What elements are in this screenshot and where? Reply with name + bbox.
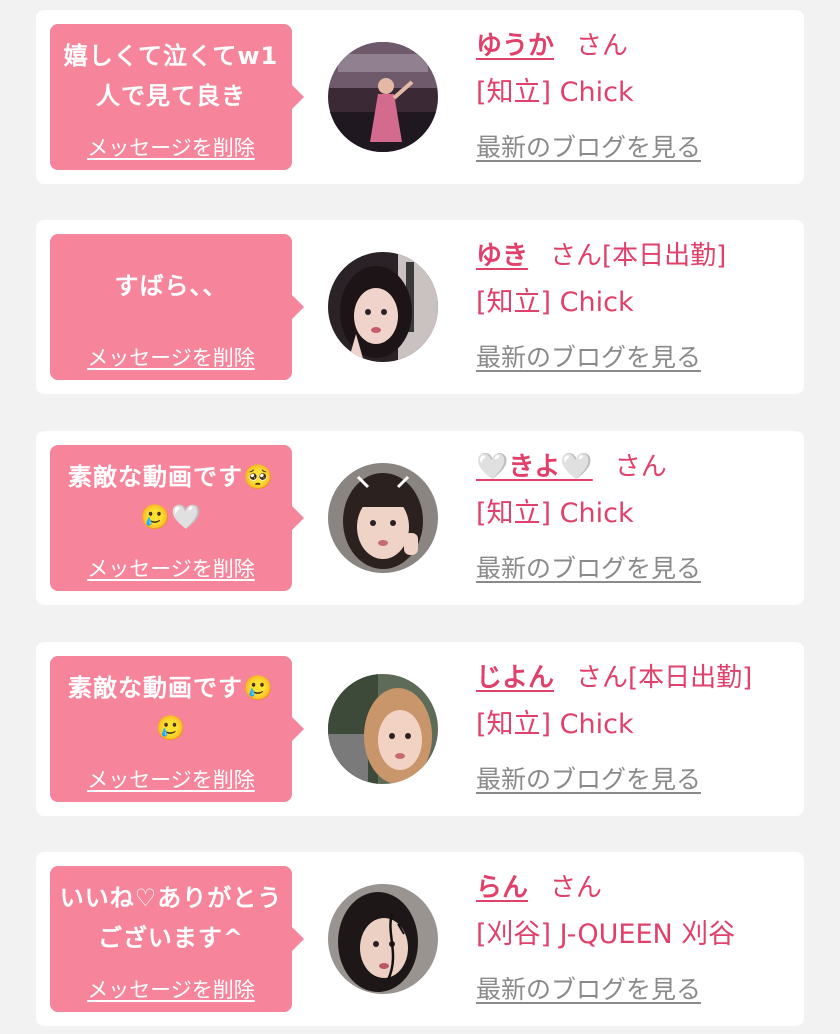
delete-message-link[interactable]: メッセージを削除	[50, 553, 292, 583]
sender-info: 🤍きよ🤍 さん [知立] Chick 最新のブログを見る	[476, 445, 798, 591]
sender-name-row: ゆき さん[本日出勤]	[476, 234, 798, 278]
avatar[interactable]	[328, 252, 438, 362]
message-text: すばら、、	[114, 272, 228, 300]
delete-message-link[interactable]: メッセージを削除	[50, 342, 292, 372]
message-bubble: 素敵な動画です🥲🥲 メッセージを削除	[50, 656, 304, 802]
avatar-photo	[328, 674, 438, 784]
message-bubble: 素敵な動画です🥺🥲🤍 メッセージを削除	[50, 445, 304, 591]
shop-label: [知立] Chick	[476, 498, 634, 529]
message-card: 嬉しくて泣くてw1人で見て良き メッセージを削除 ゆうか さん [知立] Chic…	[36, 10, 804, 184]
avatar[interactable]	[328, 884, 438, 994]
latest-blog-link[interactable]: 最新のブログを見る	[476, 968, 798, 1012]
shop-label: [知立] Chick	[476, 77, 634, 108]
shop-label: [知立] Chick	[476, 287, 634, 318]
delete-message-link[interactable]: メッセージを削除	[50, 132, 292, 162]
message-card: すばら、、 メッセージを削除 ゆき さん[本日出勤] [知立] Chick 最新の…	[36, 220, 804, 394]
latest-blog-link[interactable]: 最新のブログを見る	[476, 336, 798, 380]
sender-name-row: らん さん	[476, 866, 798, 910]
sender-suffix: さん	[550, 873, 603, 903]
message-text: 素敵な動画です🥲🥲	[68, 674, 274, 742]
avatar[interactable]	[328, 42, 438, 152]
sender-info: らん さん [刈谷] J-QUEEN 刈谷 最新のブログを見る	[476, 866, 798, 1012]
message-bubble: いいね♡ありがとうございます^ メッセージを削除	[50, 866, 304, 1012]
sender-suffix: さん[本日出勤]	[576, 663, 753, 693]
message-bubble: 嬉しくて泣くてw1人で見て良き メッセージを削除	[50, 24, 304, 170]
latest-blog-link[interactable]: 最新のブログを見る	[476, 758, 798, 802]
avatar-photo	[328, 252, 438, 362]
sender-name-row: 🤍きよ🤍 さん	[476, 445, 798, 489]
delete-message-link[interactable]: メッセージを削除	[50, 764, 292, 794]
message-list: 嬉しくて泣くてw1人で見て良き メッセージを削除 ゆうか さん [知立] Chic…	[0, 0, 840, 1034]
latest-blog-link[interactable]: 最新のブログを見る	[476, 126, 798, 170]
sender-name-row: ゆうか さん	[476, 24, 798, 68]
sender-name-link[interactable]: じよん	[476, 663, 554, 693]
avatar-photo	[328, 463, 438, 573]
sender-name-row: じよん さん[本日出勤]	[476, 656, 798, 700]
sender-info: ゆき さん[本日出勤] [知立] Chick 最新のブログを見る	[476, 234, 798, 380]
avatar[interactable]	[328, 463, 438, 573]
delete-message-link[interactable]: メッセージを削除	[50, 974, 292, 1004]
sender-suffix: さん	[614, 452, 667, 482]
sender-name-link[interactable]: ゆうか	[476, 31, 554, 61]
avatar-photo	[328, 42, 438, 152]
sender-info: ゆうか さん [知立] Chick 最新のブログを見る	[476, 24, 798, 170]
shop-label: [知立] Chick	[476, 709, 634, 740]
sender-suffix: さん	[576, 31, 629, 61]
sender-suffix: さん[本日出勤]	[550, 241, 727, 271]
message-text: いいね♡ありがとうございます^	[59, 884, 283, 952]
sender-info: じよん さん[本日出勤] [知立] Chick 最新のブログを見る	[476, 656, 798, 802]
avatar-photo	[328, 884, 438, 994]
sender-name-link[interactable]: ゆき	[476, 241, 528, 271]
shop-label: [刈谷] J-QUEEN 刈谷	[476, 919, 736, 950]
message-card: 素敵な動画です🥺🥲🤍 メッセージを削除 🤍きよ🤍 さん [知立] Chick 最新	[36, 431, 804, 605]
avatar[interactable]	[328, 674, 438, 784]
message-text: 素敵な動画です🥺🥲🤍	[68, 463, 274, 531]
message-card: 素敵な動画です🥲🥲 メッセージを削除 じよん さん[本日出勤] [知立] Chic…	[36, 642, 804, 816]
message-text: 嬉しくて泣くてw1人で見て良き	[63, 42, 279, 110]
message-bubble: すばら、、 メッセージを削除	[50, 234, 304, 380]
message-card: いいね♡ありがとうございます^ メッセージを削除 らん さん [刈谷] J-QUE…	[36, 852, 804, 1026]
latest-blog-link[interactable]: 最新のブログを見る	[476, 547, 798, 591]
sender-name-link[interactable]: 🤍きよ🤍	[476, 452, 593, 482]
sender-name-link[interactable]: らん	[476, 873, 528, 903]
